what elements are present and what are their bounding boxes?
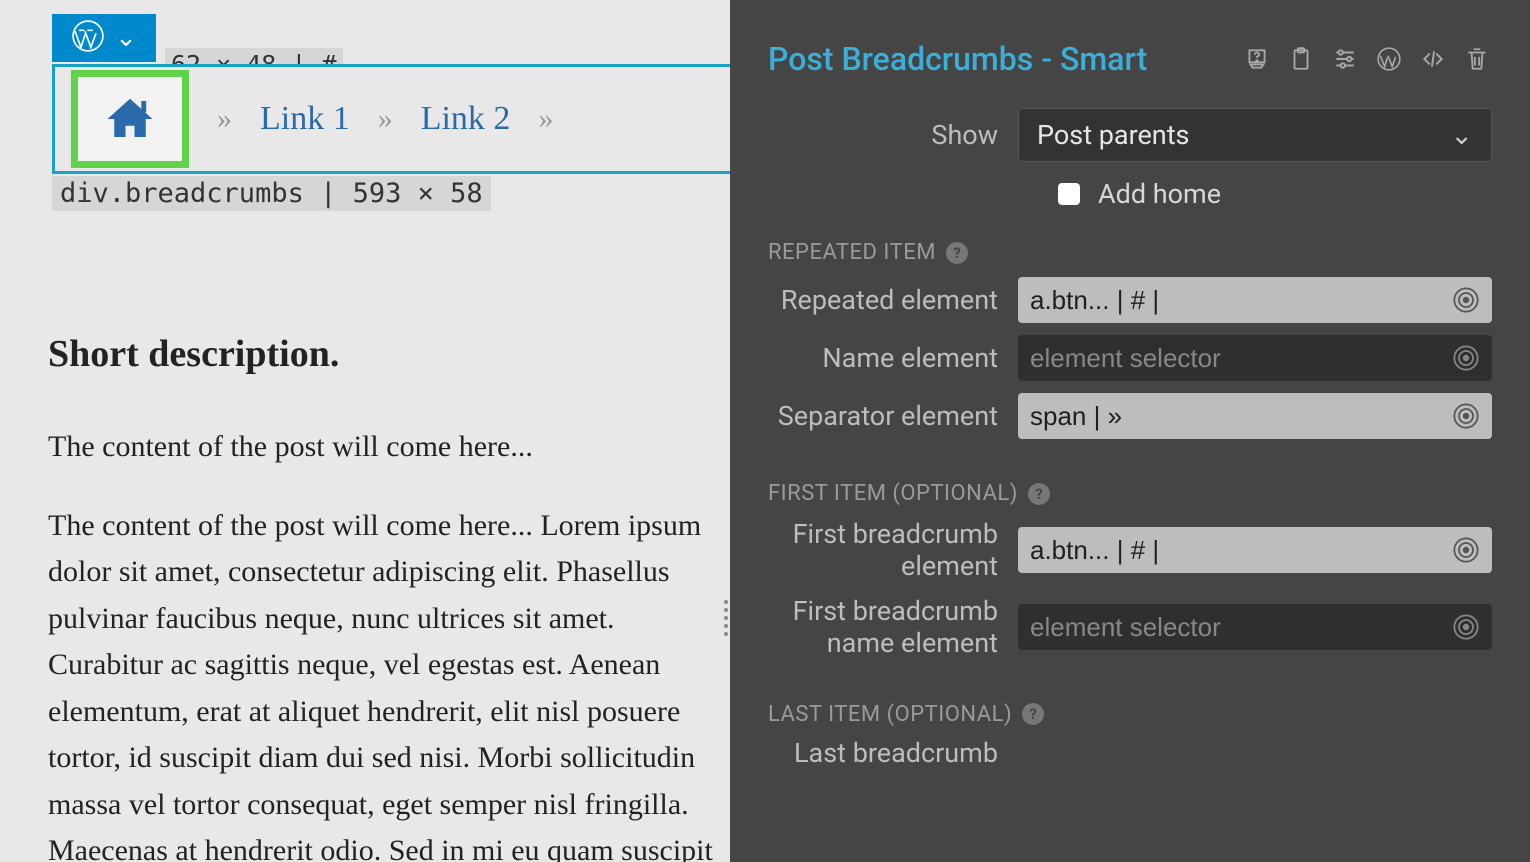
add-home-label: Add home xyxy=(1098,178,1221,210)
section-first-item: FIRST ITEM (OPTIONAL) xyxy=(768,481,1018,506)
inspector-panel: Post Breadcrumbs - Smart Show Post paren… xyxy=(730,0,1530,862)
breadcrumb-home[interactable] xyxy=(71,70,189,168)
breadcrumb-link-1[interactable]: Link 1 xyxy=(260,100,350,138)
last-breadcrumb-label: Last breadcrumb xyxy=(768,737,1018,769)
target-icon[interactable] xyxy=(1452,402,1480,430)
target-icon[interactable] xyxy=(1452,344,1480,372)
panel-title: Post Breadcrumbs - Smart xyxy=(768,40,1147,78)
code-icon[interactable] xyxy=(1418,44,1448,74)
trash-icon[interactable] xyxy=(1462,44,1492,74)
name-element-label: Name element xyxy=(768,342,1018,374)
preview-canvas: ⌄ 62 × 48 | # » Link 1 » Link 2 » div.br… xyxy=(0,0,730,862)
content-paragraph: The content of the post will come here..… xyxy=(48,503,730,862)
first-breadcrumb-name-element-label: First breadcrumb name element xyxy=(768,595,1018,660)
breadcrumb-separator: » xyxy=(538,102,553,136)
element-info-bottom: div.breadcrumbs | 593 × 58 xyxy=(52,176,491,211)
first-breadcrumb-name-element-field[interactable]: element selector xyxy=(1018,604,1492,650)
wordpress-icon[interactable] xyxy=(1374,44,1404,74)
repeated-element-field[interactable]: a.btn... | # | xyxy=(1018,277,1492,323)
first-breadcrumb-element-field[interactable]: a.btn... | # | xyxy=(1018,527,1492,573)
breadcrumb-link-2[interactable]: Link 2 xyxy=(421,100,511,138)
content-paragraph: The content of the post will come here..… xyxy=(48,424,730,471)
help-icon[interactable]: ? xyxy=(1022,703,1044,725)
wp-dropdown[interactable]: ⌄ xyxy=(52,14,156,62)
repeated-element-label: Repeated element xyxy=(768,284,1018,316)
chevron-down-icon: ⌄ xyxy=(1450,119,1473,151)
show-label: Show xyxy=(768,119,1018,151)
section-repeated-item: REPEATED ITEM xyxy=(768,240,936,265)
name-element-field[interactable]: element selector xyxy=(1018,335,1492,381)
target-icon[interactable] xyxy=(1452,286,1480,314)
breadcrumb-separator: » xyxy=(217,102,232,136)
add-home-checkbox[interactable] xyxy=(1058,183,1080,205)
sliders-icon[interactable] xyxy=(1330,44,1360,74)
separator-element-field[interactable]: span | » xyxy=(1018,393,1492,439)
help-icon[interactable] xyxy=(1242,44,1272,74)
first-breadcrumb-element-label: First breadcrumb element xyxy=(768,518,1018,583)
show-value: Post parents xyxy=(1037,119,1189,151)
breadcrumb-separator: » xyxy=(378,102,393,136)
wordpress-icon xyxy=(71,19,105,57)
section-last-item: LAST ITEM (OPTIONAL) xyxy=(768,702,1012,727)
separator-element-label: Separator element xyxy=(768,400,1018,432)
target-icon[interactable] xyxy=(1452,613,1480,641)
clipboard-icon[interactable] xyxy=(1286,44,1316,74)
target-icon[interactable] xyxy=(1452,536,1480,564)
show-select[interactable]: Post parents ⌄ xyxy=(1018,108,1492,162)
home-icon xyxy=(99,92,161,146)
content-heading: Short description. xyxy=(48,332,730,376)
help-icon[interactable]: ? xyxy=(946,242,968,264)
help-icon[interactable]: ? xyxy=(1028,483,1050,505)
chevron-down-icon: ⌄ xyxy=(115,23,137,53)
breadcrumbs-outline[interactable]: » Link 1 » Link 2 » xyxy=(52,64,730,174)
